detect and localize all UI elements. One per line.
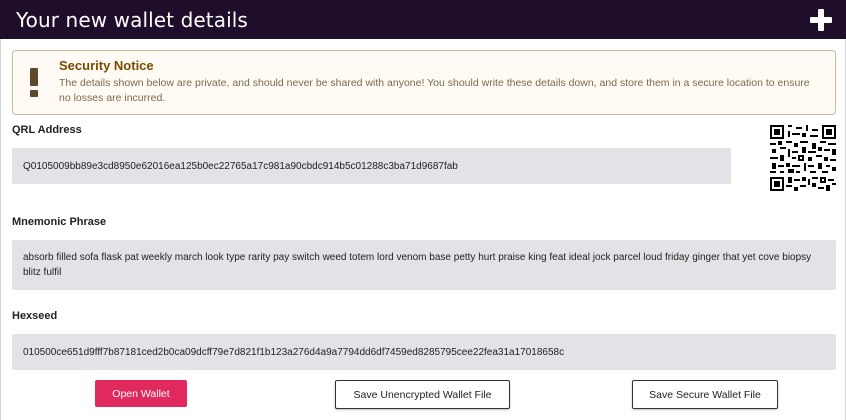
plus-icon[interactable] [810, 8, 832, 31]
notice-title: Security Notice [59, 58, 154, 73]
address-field[interactable]: Q0105009bb89e3cd8950e62016ea125b0ec22765… [12, 148, 731, 184]
mnemonic-label: Mnemonic Phrase [12, 216, 107, 228]
hexseed-field[interactable]: 010500ce651d9fff7b87181ced2b0ca09dcff79e… [12, 334, 836, 370]
exclamation-icon [29, 68, 39, 98]
hexseed-label: Hexseed [12, 310, 58, 322]
address-label: QRL Address [12, 124, 82, 136]
qr-code-icon [770, 125, 836, 191]
mnemonic-field[interactable]: absorb filled sofa flask pat weekly marc… [12, 240, 836, 290]
save-secure-button[interactable]: Save Secure Wallet File [632, 380, 778, 409]
security-notice: Security Notice The details shown below … [12, 50, 836, 115]
open-wallet-button[interactable]: Open Wallet [95, 380, 187, 407]
notice-text: The details shown below are private, and… [59, 77, 810, 104]
page-title: Your new wallet details [16, 7, 248, 32]
save-unencrypted-button[interactable]: Save Unencrypted Wallet File [335, 380, 510, 409]
page-header: Your new wallet details [0, 0, 846, 39]
